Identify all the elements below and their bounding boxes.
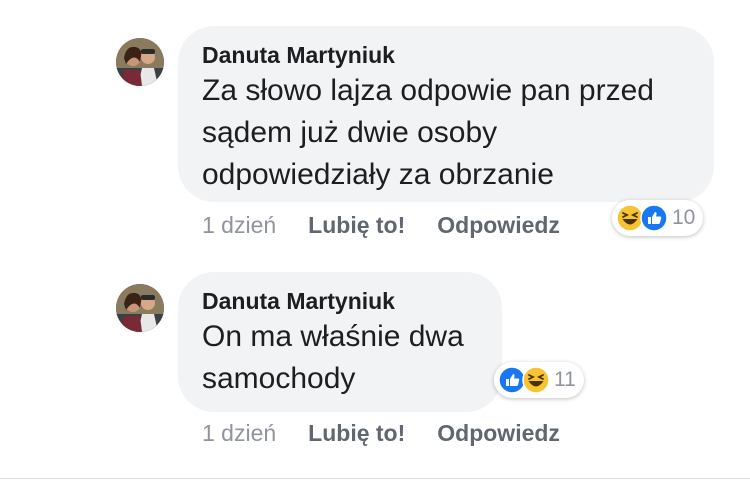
reply-button[interactable]: Odpowiedz — [437, 420, 560, 447]
reply-button[interactable]: Odpowiedz — [437, 212, 560, 239]
avatar-photo — [116, 38, 164, 86]
comment-author[interactable]: Danuta Martyniuk — [202, 286, 478, 316]
divider — [0, 478, 750, 479]
like-button[interactable]: Lubię to! — [308, 212, 405, 239]
avatar[interactable] — [116, 284, 164, 332]
comment-text-line: sądem już dwie osoby — [202, 116, 498, 149]
reactions-summary[interactable]: 11 — [494, 362, 584, 398]
comment-text-line: odpowiedziały za obrzanie — [202, 158, 554, 191]
comment-meta: 1 dzień Lubię to! Odpowiedz — [202, 212, 560, 239]
comment-meta: 1 dzień Lubię to! Odpowiedz — [202, 420, 560, 447]
comment-text-line: samochody — [202, 362, 356, 395]
comment-text-line: Za słowo lajza odpowie pan przed — [202, 74, 654, 107]
comment-bubble: Danuta Martyniuk On ma właśnie dwa samoc… — [178, 272, 502, 412]
comment-timestamp[interactable]: 1 dzień — [202, 212, 276, 239]
comment-text: On ma właśnie dwa samochody — [202, 316, 478, 400]
reaction-count: 11 — [554, 368, 576, 391]
comment-bubble: Danuta Martyniuk Za słowo lajza odpowie … — [178, 26, 714, 202]
like-button[interactable]: Lubię to! — [308, 420, 405, 447]
reaction-count: 10 — [672, 206, 696, 229]
comment-timestamp[interactable]: 1 dzień — [202, 420, 276, 447]
avatar[interactable] — [116, 38, 164, 86]
comment-text-line: On ma właśnie dwa — [202, 320, 464, 353]
comment-text: Za słowo lajza odpowie pan przed sądem j… — [202, 70, 690, 196]
haha-reaction-icon — [522, 366, 550, 394]
comment-author[interactable]: Danuta Martyniuk — [202, 40, 690, 70]
avatar-photo — [116, 284, 164, 332]
reactions-summary[interactable]: 10 — [612, 200, 704, 236]
like-reaction-icon — [640, 204, 668, 232]
